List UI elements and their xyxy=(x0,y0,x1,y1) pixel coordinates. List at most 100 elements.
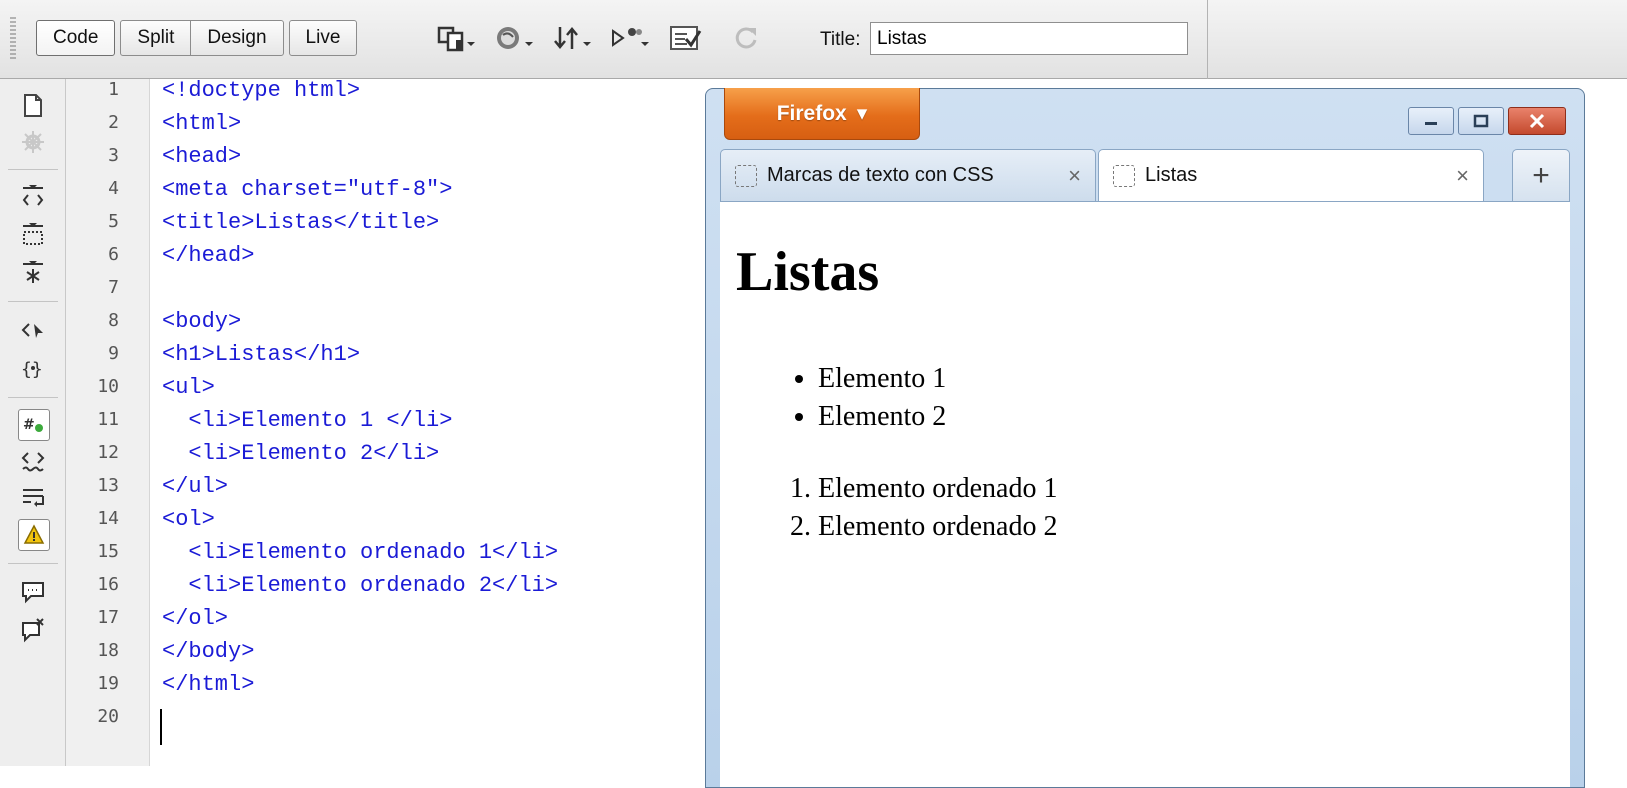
line-number: 14 xyxy=(97,508,119,529)
tab-bar: Marcas de texto con CSS × Listas × + xyxy=(720,149,1570,201)
page-viewport: Listas Elemento 1 Elemento 2 Elemento or… xyxy=(720,201,1570,787)
code-line: </html> xyxy=(162,672,255,697)
code-line: <ul> xyxy=(162,375,215,400)
code-line: </ol> xyxy=(162,606,229,631)
balance-braces-icon[interactable]: {} xyxy=(18,353,48,383)
minimize-button[interactable] xyxy=(1408,107,1454,135)
line-number: 2 xyxy=(108,112,119,133)
line-number: 4 xyxy=(108,178,119,199)
line-number: 20 xyxy=(97,706,119,727)
expand-all-icon[interactable] xyxy=(18,257,48,287)
close-window-button[interactable] xyxy=(1508,107,1566,135)
show-code-navigator-icon[interactable] xyxy=(18,127,48,157)
view-button-group: Split Design xyxy=(120,20,284,56)
unordered-list: Elemento 1 Elemento 2 xyxy=(818,360,946,436)
remove-comment-icon[interactable] xyxy=(18,615,48,645)
tab-marcas-de-texto[interactable]: Marcas de texto con CSS × xyxy=(720,149,1096,201)
preview-browser-icon[interactable] xyxy=(490,21,538,55)
new-tab-button[interactable]: + xyxy=(1512,149,1570,201)
line-number: 18 xyxy=(97,640,119,661)
line-number: 5 xyxy=(108,211,119,232)
firefox-menu-button[interactable]: Firefox ▾ xyxy=(724,88,920,140)
line-number: 16 xyxy=(97,574,119,595)
code-line: <body> xyxy=(162,309,242,334)
split-view-button[interactable]: Split xyxy=(120,20,192,56)
live-view-button[interactable]: Live xyxy=(288,20,358,56)
multiscreen-icon[interactable] xyxy=(432,21,480,55)
line-number: 6 xyxy=(108,244,119,265)
apply-comment-icon[interactable] xyxy=(18,577,48,607)
code-line: <!doctype html> xyxy=(162,78,361,103)
live-code-icon[interactable] xyxy=(606,21,654,55)
line-number-gutter: 1 2 3 4 5 6 7 8 9 10 11 12 13 14 15 16 1… xyxy=(66,79,150,766)
title-input[interactable] xyxy=(870,22,1188,55)
toolbar-separator xyxy=(8,301,58,302)
tab-label: Marcas de texto con CSS xyxy=(767,164,994,186)
tab-listas[interactable]: Listas × xyxy=(1098,149,1484,201)
line-numbers-icon[interactable]: # xyxy=(18,409,50,441)
design-view-button[interactable]: Design xyxy=(190,20,284,56)
firefox-window: Firefox ▾ Marcas de texto con CSS × List… xyxy=(705,88,1585,788)
select-parent-tag-icon[interactable] xyxy=(18,315,48,345)
dropdown-arrow-icon: ▾ xyxy=(856,102,868,125)
line-number: 17 xyxy=(97,607,119,628)
code-view-button[interactable]: Code xyxy=(36,20,116,56)
refresh-icon[interactable] xyxy=(722,21,770,55)
toolbar-grip[interactable] xyxy=(10,17,16,59)
close-tab-icon[interactable]: × xyxy=(1456,163,1469,189)
toolbar-separator xyxy=(8,169,58,170)
line-number: 12 xyxy=(97,442,119,463)
line-number: 9 xyxy=(108,343,119,364)
code-line: <li>Elemento 1 </li> xyxy=(162,408,453,433)
ordered-list: Elemento ordenado 1 Elemento ordenado 2 xyxy=(818,470,1057,546)
close-tab-icon[interactable]: × xyxy=(1068,163,1081,189)
code-line: </head> xyxy=(162,243,255,268)
text-cursor xyxy=(160,709,162,745)
line-number: 3 xyxy=(108,145,119,166)
toolbar-divider xyxy=(1207,0,1208,79)
page-heading: Listas xyxy=(736,241,880,303)
line-number: 15 xyxy=(97,541,119,562)
line-number: 1 xyxy=(108,79,119,100)
word-wrap-icon[interactable] xyxy=(18,483,48,513)
code-line: </body> xyxy=(162,639,255,664)
code-line: <li>Elemento ordenado 2</li> xyxy=(162,573,559,598)
file-management-icon[interactable] xyxy=(548,21,596,55)
code-editor[interactable]: <!doctype html> <html> <head> <meta char… xyxy=(150,78,710,766)
code-line: </ul> xyxy=(162,474,229,499)
list-item: Elemento ordenado 1 xyxy=(818,470,1057,508)
list-item: Elemento 2 xyxy=(818,398,946,436)
check-page-icon[interactable] xyxy=(664,21,712,55)
toolbar-separator xyxy=(8,397,58,398)
maximize-button[interactable] xyxy=(1458,107,1504,135)
code-line: <li>Elemento ordenado 1</li> xyxy=(162,540,559,565)
page-favicon-icon xyxy=(1113,164,1135,187)
window-controls xyxy=(1408,107,1566,135)
line-number: 8 xyxy=(108,310,119,331)
tab-label: Listas xyxy=(1145,164,1198,186)
collapse-full-tag-icon[interactable] xyxy=(18,181,48,211)
collapse-selection-icon[interactable] xyxy=(18,219,48,249)
view-buttons: Code Split Design Live xyxy=(36,20,358,56)
toolbar-separator xyxy=(8,563,58,564)
code-line: <html> xyxy=(162,111,242,136)
line-number: 7 xyxy=(108,277,119,298)
line-number: 10 xyxy=(97,376,119,397)
code-line: <title>Listas</title> xyxy=(162,210,440,235)
code-line: <head> xyxy=(162,144,242,169)
syntax-error-icon[interactable] xyxy=(18,519,50,551)
code-line: <ol> xyxy=(162,507,215,532)
list-item: Elemento 1 xyxy=(818,360,946,398)
list-item: Elemento ordenado 2 xyxy=(818,508,1057,546)
document-toolbar: Code Split Design Live Title: xyxy=(0,0,1627,79)
title-label: Title: xyxy=(820,29,861,50)
code-line: <h1>Listas</h1> xyxy=(162,342,361,367)
page-favicon-icon xyxy=(735,164,757,187)
line-number: 11 xyxy=(97,409,119,430)
line-number: 13 xyxy=(97,475,119,496)
firefox-menu-label: Firefox xyxy=(776,101,847,125)
code-line: <li>Elemento 2</li> xyxy=(162,441,440,466)
open-documents-icon[interactable] xyxy=(18,91,48,121)
highlight-invalid-code-icon[interactable] xyxy=(18,447,48,477)
svg-text:#: # xyxy=(23,417,35,433)
